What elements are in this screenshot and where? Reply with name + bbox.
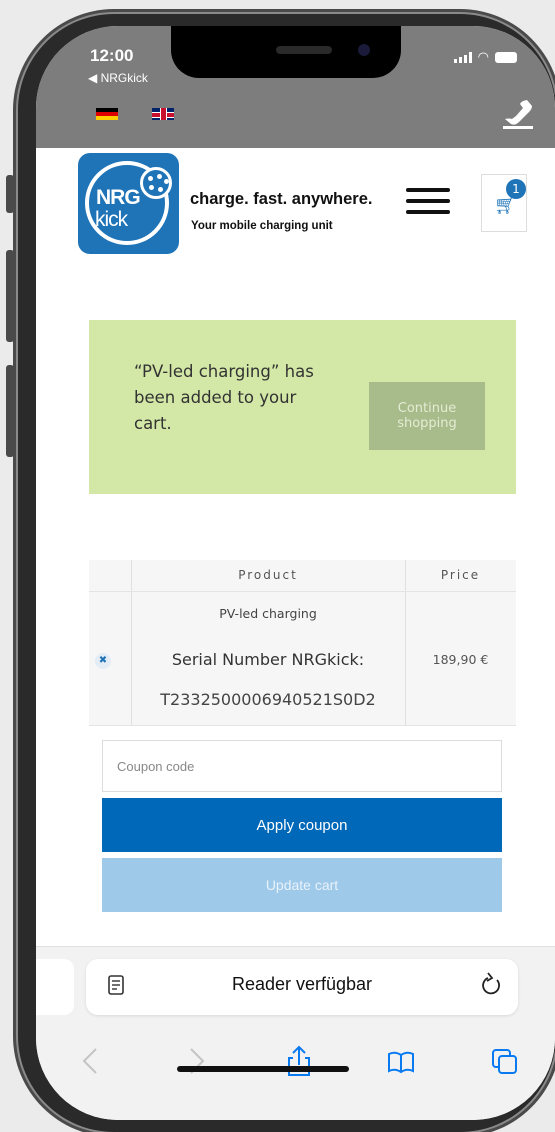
system-icons: ◠: [453, 50, 517, 65]
serial-number-value: T2332500006940521S0D2: [160, 690, 376, 709]
apply-coupon-button[interactable]: Apply coupon: [102, 798, 502, 852]
safari-bottom-bar: Reader verfügbar: [36, 946, 555, 1120]
item-price: 189,90 €: [432, 652, 489, 667]
mute-switch: [6, 175, 14, 213]
front-camera: [358, 44, 370, 56]
volume-down-button: [6, 365, 14, 457]
logo-text-nrg: NRG: [96, 186, 141, 209]
cart-table-header: Product Price: [89, 560, 516, 592]
previous-tab-preview[interactable]: [36, 959, 74, 1015]
cart-item-row: ✖ PV-led charging Serial Number NRGkick:…: [89, 592, 516, 726]
phone-call-icon[interactable]: [503, 98, 533, 130]
cart-table: Product Price ✖ PV-led charging Serial N…: [89, 560, 516, 726]
cart-button[interactable]: 🛒︎ 1: [481, 174, 527, 232]
address-bar[interactable]: Reader verfügbar: [86, 959, 518, 1015]
share-icon[interactable]: [284, 1045, 314, 1077]
continue-shopping-button[interactable]: Continue shopping: [369, 382, 485, 450]
status-bar: 12:00 ◀ NRGkick ◠: [36, 26, 555, 148]
reload-icon[interactable]: [478, 971, 504, 999]
uk-flag-icon[interactable]: [152, 108, 174, 120]
plug-icon: [140, 167, 172, 199]
product-name-link[interactable]: PV-led charging: [131, 606, 405, 621]
column-header-product: Product: [238, 568, 298, 582]
nrgkick-logo[interactable]: NRG kick: [78, 153, 179, 254]
forward-arrow-icon[interactable]: [181, 1045, 211, 1077]
site-header: NRG kick charge. fast. anywhere. Your mo…: [36, 148, 555, 268]
wifi-icon: ◠: [477, 50, 489, 65]
update-cart-button[interactable]: Update cart: [102, 858, 502, 912]
added-to-cart-notice: “PV-led charging” has been added to your…: [89, 320, 516, 494]
cart-count-badge: 1: [506, 179, 526, 199]
notice-message: “PV-led charging” has been added to your…: [134, 362, 314, 433]
serial-number-label: Serial Number NRGkick:: [171, 650, 365, 669]
address-bar-text: Reader verfügbar: [231, 974, 373, 994]
logo-text-kick: kick: [95, 208, 128, 231]
signal-icon: [453, 52, 472, 63]
back-arrow-icon[interactable]: [76, 1045, 106, 1077]
menu-hamburger-icon[interactable]: [406, 188, 450, 218]
phone-screen: 12:00 ◀ NRGkick ◠ NRG kick charge. fast.…: [36, 26, 555, 1120]
status-time: 12:00: [90, 46, 134, 65]
bookmarks-icon[interactable]: [386, 1045, 416, 1077]
site-subtagline: Your mobile charging unit: [191, 220, 333, 232]
battery-icon: [495, 52, 517, 63]
back-to-app-link[interactable]: ◀ NRGkick: [88, 71, 148, 85]
notch: [171, 26, 401, 78]
tabs-icon[interactable]: [490, 1045, 520, 1077]
home-indicator[interactable]: [177, 1066, 349, 1072]
german-flag-icon[interactable]: [96, 108, 118, 120]
remove-item-icon[interactable]: ✖: [95, 653, 111, 669]
volume-up-button: [6, 250, 14, 342]
site-tagline: charge. fast. anywhere.: [190, 190, 373, 208]
coupon-code-input[interactable]: [102, 740, 502, 792]
speaker: [276, 46, 332, 54]
column-header-price: Price: [440, 568, 481, 582]
